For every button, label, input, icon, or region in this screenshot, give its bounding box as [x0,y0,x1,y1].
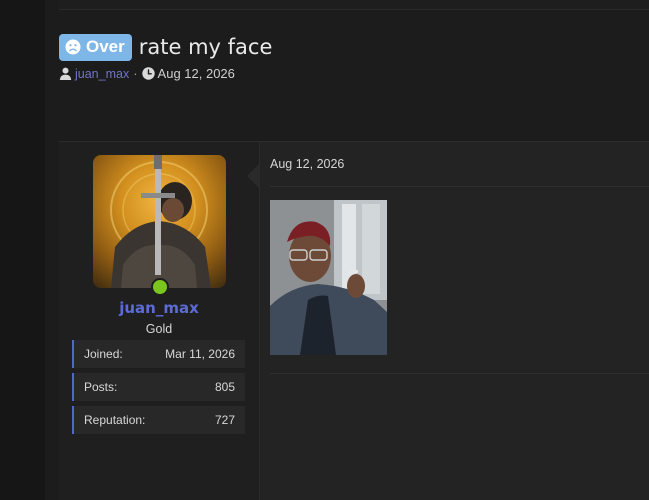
meta-separator: · [133,66,138,81]
stat-value: 727 [214,413,235,427]
stat-posts: Posts: 805 [72,373,245,401]
clock-icon [141,67,155,80]
sad-face-icon [65,39,81,55]
post-main-cell: Aug 12, 2026 [260,142,649,500]
stat-label: Joined: [84,347,123,361]
post-message: juan_max Gold Joined: Mar 11, 2026 Posts… [59,141,649,500]
user-icon [59,67,72,80]
stat-joined: Joined: Mar 11, 2026 [72,340,245,368]
thread-date[interactable]: Aug 12, 2026 [158,66,235,81]
user-rank: Gold [145,322,173,336]
stat-value: Mar 11, 2026 [165,347,235,361]
stat-reputation: Reputation: 727 [72,406,245,434]
thread-meta: juan_max · Aug 12, 2026 [59,66,235,81]
stat-label: Reputation: [84,413,146,427]
thread-prefix-badge[interactable]: Over [59,33,132,61]
post-image-attachment[interactable] [270,200,387,355]
post-header-divider [270,186,649,187]
post-footer-divider [270,373,649,374]
avatar[interactable] [93,155,226,288]
post-username[interactable]: juan_max [59,299,259,317]
post-arrow [247,164,259,188]
thread-title: Over rate my face [59,33,272,61]
stat-label: Posts: [84,380,118,394]
left-gutter [0,0,45,500]
thread-author-link[interactable]: juan_max [75,67,129,81]
page-title: rate my face [138,35,273,59]
post-date[interactable]: Aug 12, 2026 [270,157,344,171]
stat-value: 805 [214,380,235,394]
prefix-label: Over [86,37,125,56]
online-status-indicator [151,278,169,296]
post-user-cell: juan_max Gold Joined: Mar 11, 2026 Posts… [59,142,260,500]
top-strip [59,0,649,10]
